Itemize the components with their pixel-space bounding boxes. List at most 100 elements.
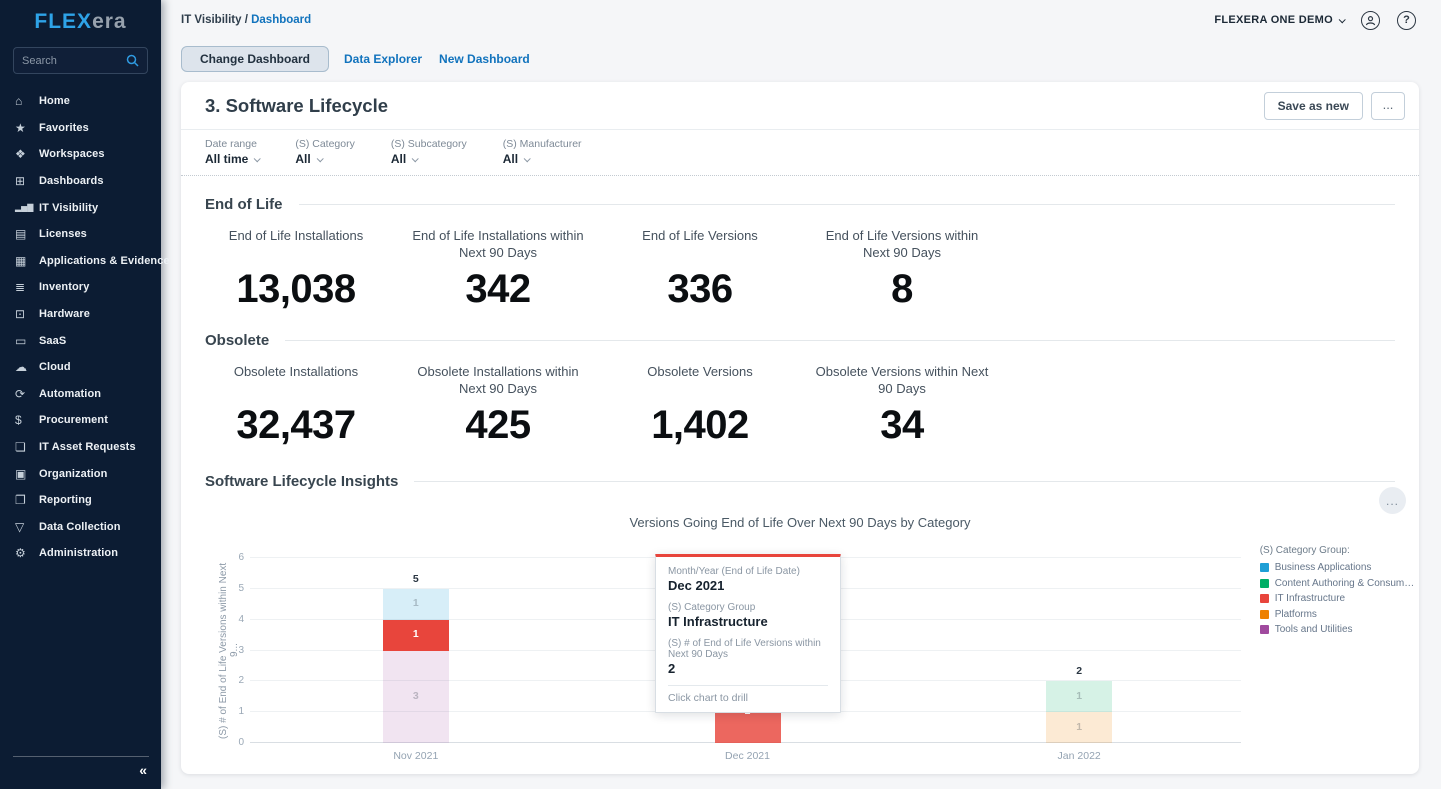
legend-item[interactable]: Business Applications (1260, 562, 1419, 573)
bar-segment[interactable]: 1 (383, 589, 449, 620)
y-tick-label: 0 (222, 737, 244, 748)
kpi-value: 13,038 (195, 267, 397, 312)
sidebar-item-label: Cloud (39, 361, 71, 373)
kpi-value: 342 (397, 267, 599, 312)
kpi-grid: End of Life Installations13,038End of Li… (181, 228, 1419, 312)
kpi-label: End of Life Installations (195, 228, 397, 263)
chart-more-button[interactable]: ... (1379, 487, 1406, 514)
new-dashboard-link[interactable]: New Dashboard (437, 52, 532, 66)
sidebar-footer: « (13, 756, 149, 789)
legend-swatch (1260, 594, 1269, 603)
sidebar-item-favorites[interactable]: ★Favorites (0, 115, 161, 142)
filter-date-range: Date rangeAll time (205, 138, 259, 166)
data-explorer-link[interactable]: Data Explorer (342, 52, 424, 66)
chart-plot: Month/Year (End of Life Date) Dec 2021 (… (250, 558, 1241, 743)
sidebar-item-it-visibility[interactable]: ▂▅▇IT Visibility (0, 194, 161, 221)
change-dashboard-button[interactable]: Change Dashboard (181, 46, 329, 72)
kpi-label: Obsolete Versions (599, 364, 801, 399)
sidebar-item-label: Workspaces (39, 148, 105, 160)
kpi-card: Obsolete Versions1,402 (599, 364, 801, 448)
sidebar-item-saas[interactable]: ▭SaaS (0, 327, 161, 354)
search-icon[interactable] (126, 54, 139, 67)
bar-segment-label: 1 (383, 597, 449, 609)
bar-segment[interactable]: 1 (1046, 712, 1112, 743)
sidebar-item-cloud[interactable]: ☁Cloud (0, 354, 161, 381)
insights-section: Software Lifecycle Insights ... Versions… (181, 473, 1419, 743)
chart-title: Versions Going End of Life Over Next 90 … (181, 515, 1419, 530)
section-divider (299, 204, 1396, 205)
kpi-label: Obsolete Installations (195, 364, 397, 399)
filter-label: (S) Subcategory (391, 138, 467, 150)
filter-value-dropdown[interactable]: All (503, 152, 582, 166)
search-input[interactable] (22, 55, 126, 67)
sidebar-nav: ⌂Home★Favorites❖Workspaces⊞Dashboards▂▅▇… (0, 88, 161, 567)
filter-value-dropdown[interactable]: All (295, 152, 355, 166)
sidebar-item-automation[interactable]: ⟳Automation (0, 381, 161, 408)
dashboard-card: 3. Software Lifecycle Save as new ... Da… (181, 82, 1419, 774)
sidebar-item-applications-evidence[interactable]: ▦Applications & Evidence (0, 248, 161, 275)
filter-bar: Date rangeAll time (S) CategoryAll (S) Sub… (181, 130, 1419, 176)
filter--s-category: (S) CategoryAll (295, 138, 355, 166)
filter--s-subcategory: (S) Subcategory All (391, 138, 467, 166)
sidebar: FLEXera ⌂Home★Favorites❖Workspaces⊞Dashb… (0, 0, 161, 789)
filter-value-dropdown[interactable]: All time (205, 152, 259, 166)
sidebar-item-administration[interactable]: ⚙Administration (0, 540, 161, 567)
kpi-card: End of Life Installations within Next 90… (397, 228, 599, 312)
sidebar-item-label: Reporting (39, 494, 92, 506)
user-avatar-icon[interactable] (1361, 11, 1380, 30)
tooltip-row-value: Dec 2021 (668, 578, 828, 593)
sidebar-item-data-collection[interactable]: ▽Data Collection (0, 514, 161, 541)
title-actions: Save as new ... (1264, 92, 1405, 120)
tooltip-divider (668, 685, 828, 686)
sidebar-item-label: Automation (39, 388, 101, 400)
legend-item[interactable]: Tools and Utilities (1260, 624, 1419, 635)
sidebar-item-organization[interactable]: ▣Organization (0, 460, 161, 487)
bar-segment[interactable]: 3 (383, 651, 449, 744)
help-icon[interactable]: ? (1397, 11, 1416, 30)
sidebar-item-licenses[interactable]: ▤Licenses (0, 221, 161, 248)
account-menu[interactable]: FLEXERA ONE DEMO (1214, 14, 1344, 26)
tooltip-row-label: (S) Category Group (668, 602, 828, 613)
breadcrumb-current[interactable]: Dashboard (251, 14, 311, 26)
kpi-card: Obsolete Versions within Next 90 Days34 (801, 364, 1003, 448)
kpi-grid: Obsolete Installations32,437Obsolete Ins… (181, 364, 1419, 448)
kpi-label: Obsolete Versions within Next 90 Days (801, 364, 1003, 399)
sidebar-item-label: Administration (39, 547, 118, 559)
sidebar-collapse-icon[interactable]: « (139, 762, 147, 778)
legend-item[interactable]: Content Authoring & Consum… (1260, 578, 1419, 589)
sidebar-item-workspaces[interactable]: ❖Workspaces (0, 141, 161, 168)
flexera-logo: FLEXera (0, 0, 161, 34)
legend-swatch (1260, 610, 1269, 619)
sidebar-item-dashboards[interactable]: ⊞Dashboards (0, 168, 161, 195)
save-as-new-button[interactable]: Save as new (1264, 92, 1363, 120)
sidebar-search[interactable] (13, 47, 148, 74)
sidebar-item-reporting[interactable]: ❐Reporting (0, 487, 161, 514)
filter-value: All (295, 152, 310, 166)
sidebar-item-procurement[interactable]: $Procurement (0, 407, 161, 434)
bar-segment[interactable]: 1 (383, 620, 449, 651)
dashboard-more-button[interactable]: ... (1371, 92, 1405, 120)
legend-item[interactable]: Platforms (1260, 609, 1419, 620)
kpi-card: End of Life Versions within Next 90 Days… (801, 228, 1003, 312)
sidebar-item-hardware[interactable]: ⊡Hardware (0, 301, 161, 328)
filter-value-dropdown[interactable]: All (391, 152, 467, 166)
sidebar-item-it-asset-requests[interactable]: ❏IT Asset Requests (0, 434, 161, 461)
chart-area: (S) # of End of Life Versions within Nex… (181, 558, 1419, 743)
account-name-label: FLEXERA ONE DEMO (1214, 14, 1333, 26)
breadcrumb-separator: / (242, 14, 252, 26)
saas-icon: ▭ (15, 334, 39, 348)
breadcrumb: IT Visibility / Dashboard (181, 14, 311, 26)
legend-item[interactable]: IT Infrastructure (1260, 593, 1419, 604)
kpi-value: 8 (801, 267, 1003, 312)
legend-title: (S) Category Group: (1260, 545, 1419, 556)
bar-segment[interactable]: 1 (1046, 681, 1112, 712)
sidebar-item-home[interactable]: ⌂Home (0, 88, 161, 115)
legend-label: IT Infrastructure (1275, 593, 1345, 604)
main-content: IT Visibility / Dashboard FLEXERA ONE DE… (161, 0, 1441, 789)
bar-segment-label: 1 (1046, 690, 1112, 702)
sidebar-item-label: Organization (39, 468, 107, 480)
bar-segment-label: 3 (383, 690, 449, 702)
insights-heading: Software Lifecycle Insights (205, 473, 398, 490)
sidebar-item-inventory[interactable]: ≣Inventory (0, 274, 161, 301)
bar-total-label: 5 (383, 573, 449, 585)
